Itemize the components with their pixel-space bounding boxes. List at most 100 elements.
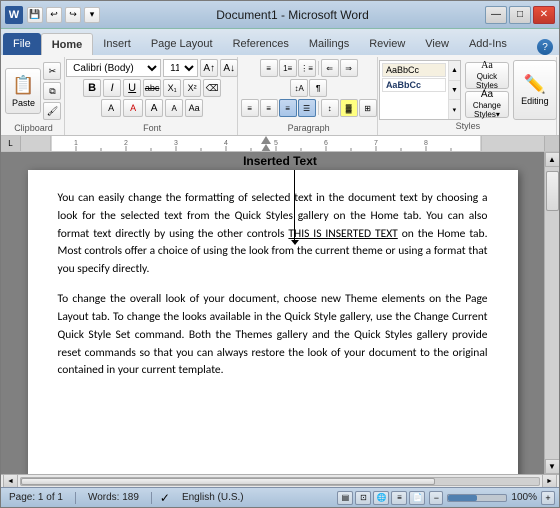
line-spacing-btn[interactable]: ↕ [321, 99, 339, 117]
svg-text:7: 7 [374, 140, 378, 147]
numbering-btn[interactable]: 1≡ [279, 59, 297, 77]
shrink-font-btn[interactable]: A↓ [220, 59, 238, 77]
align-right-btn[interactable]: ≡ [279, 99, 297, 117]
copy-button[interactable]: ⧉ [43, 82, 61, 100]
maximize-button[interactable]: □ [509, 6, 531, 24]
svg-text:4: 4 [224, 140, 228, 147]
title-bar: W 💾 ↩ ↪ ▾ Document1 - Microsoft Word — □… [1, 1, 559, 29]
web-layout-btn[interactable]: 🌐 [373, 491, 389, 505]
increase-indent-btn[interactable]: ⇒ [340, 59, 358, 77]
ruler-main: 1 2 3 4 5 6 7 8 [21, 136, 544, 151]
bullets-btn[interactable]: ≡ [260, 59, 278, 77]
font-size-smaller[interactable]: A [165, 99, 183, 117]
zoom-level[interactable]: 100% [511, 492, 537, 503]
paste-label: Paste [12, 98, 35, 108]
editing-button[interactable]: ✏️ Editing [513, 60, 557, 120]
ruler-svg: 1 2 3 4 5 6 7 8 [21, 136, 544, 151]
redo-toolbar-btn[interactable]: ↪ [65, 7, 81, 23]
grow-font-btn[interactable]: A↑ [200, 59, 218, 77]
svg-text:6: 6 [324, 140, 328, 147]
font-size-larger[interactable]: A [145, 99, 163, 117]
scroll-track-h[interactable] [20, 477, 540, 486]
font-name-select[interactable]: Calibri (Body) [66, 59, 161, 77]
tab-file[interactable]: File [3, 33, 41, 55]
style-heading1[interactable]: AaBbCc [382, 78, 446, 92]
font-color-btn[interactable]: A [123, 99, 143, 117]
close-button[interactable]: ✕ [533, 6, 555, 24]
font-size-select[interactable]: 11 [163, 59, 198, 77]
save-toolbar-btn[interactable]: 💾 [27, 7, 43, 23]
horizontal-scrollbar: ◄ ► [1, 474, 559, 487]
align-center-btn[interactable]: ≡ [260, 99, 278, 117]
window-title: Document1 - Microsoft Word [100, 8, 485, 22]
justify-btn[interactable]: ☰ [298, 99, 316, 117]
page-count[interactable]: Page: 1 of 1 [5, 492, 67, 503]
strikethrough-button[interactable]: abc [143, 79, 161, 97]
paragraph-group: ≡ 1≡ ⋮≡ ⇐ ⇒ ↕A ¶ ≡ ≡ ≡ [240, 57, 377, 135]
customize-toolbar-btn[interactable]: ▾ [84, 7, 100, 23]
zoom-minus-btn[interactable]: − [429, 491, 443, 505]
scroll-thumb-h[interactable] [21, 478, 435, 485]
decrease-indent-btn[interactable]: ⇐ [321, 59, 339, 77]
italic-button[interactable]: I [103, 79, 121, 97]
show-hide-btn[interactable]: ¶ [309, 79, 327, 97]
shading-btn[interactable]: ▓ [340, 99, 358, 117]
style-normal[interactable]: AaBbCc [382, 63, 446, 77]
document-paper[interactable]: You can easily change the formatting of … [28, 170, 518, 474]
change-case-btn[interactable]: Aa [185, 99, 203, 117]
scroll-track-v[interactable] [545, 167, 559, 459]
tab-addins[interactable]: Add-Ins [459, 33, 517, 55]
format-painter-button[interactable]: 🖌 [43, 102, 61, 120]
undo-toolbar-btn[interactable]: ↩ [46, 7, 62, 23]
ribbon-help-btn[interactable]: ? [537, 39, 553, 55]
underline-button[interactable]: U [123, 79, 141, 97]
superscript-button[interactable]: X² [183, 79, 201, 97]
tab-view[interactable]: View [415, 33, 459, 55]
ruler-corner[interactable]: L [1, 136, 21, 152]
tab-page-layout[interactable]: Page Layout [141, 33, 223, 55]
subscript-button[interactable]: X₁ [163, 79, 181, 97]
full-screen-btn[interactable]: ⊡ [355, 491, 371, 505]
language[interactable]: English (U.S.) [178, 492, 248, 503]
borders-btn[interactable]: ⊞ [359, 99, 377, 117]
gallery-scroll-up[interactable]: ▲ [449, 61, 460, 81]
outline-btn[interactable]: ≡ [391, 491, 407, 505]
tab-home[interactable]: Home [41, 33, 94, 55]
vertical-scrollbar: ▲ ▼ [544, 152, 559, 474]
status-right: ▤ ⊡ 🌐 ≡ 📄 − 100% + [337, 491, 555, 505]
align-left-btn[interactable]: ≡ [241, 99, 259, 117]
paste-icon: 📋 [12, 75, 34, 96]
gallery-expand[interactable]: ▾ [449, 100, 460, 119]
scroll-down-btn[interactable]: ▼ [545, 459, 560, 474]
quick-styles-button[interactable]: Aa QuickStyles [465, 62, 509, 89]
print-layout-btn[interactable]: ▤ [337, 491, 353, 505]
text-highlight-btn[interactable]: A [101, 99, 121, 117]
svg-text:3: 3 [174, 140, 178, 147]
spelling-icon[interactable]: ✓ [160, 491, 170, 505]
bold-button[interactable]: B [83, 79, 101, 97]
clear-format-button[interactable]: ⌫ [203, 79, 221, 97]
document-area: Inserted Text You can easily change the … [1, 152, 559, 487]
gallery-scroll-down[interactable]: ▼ [449, 81, 460, 101]
doc-scroll-area[interactable]: You can easily change the formatting of … [1, 152, 544, 474]
change-styles-icon: Aa [481, 89, 493, 100]
change-styles-label: ChangeStyles▾ [473, 102, 501, 120]
paste-button[interactable]: 📋 Paste [5, 68, 41, 114]
cut-button[interactable]: ✂ [43, 62, 61, 80]
scroll-left-btn[interactable]: ◄ [3, 474, 18, 488]
scroll-up-btn[interactable]: ▲ [545, 152, 560, 167]
scroll-thumb-v[interactable] [546, 171, 559, 211]
change-styles-button[interactable]: Aa ChangeStyles▾ [465, 91, 509, 118]
tab-review[interactable]: Review [359, 33, 415, 55]
scroll-right-btn[interactable]: ► [542, 474, 557, 488]
tab-mailings[interactable]: Mailings [299, 33, 359, 55]
tab-references[interactable]: References [223, 33, 299, 55]
tab-insert[interactable]: Insert [93, 33, 141, 55]
draft-btn[interactable]: 📄 [409, 491, 425, 505]
word-count[interactable]: Words: 189 [84, 492, 143, 503]
sort-btn[interactable]: ↕A [290, 79, 308, 97]
zoom-plus-btn[interactable]: + [541, 491, 555, 505]
minimize-button[interactable]: — [485, 6, 507, 24]
multilevel-list-btn[interactable]: ⋮≡ [298, 59, 316, 77]
zoom-fill [448, 495, 477, 501]
